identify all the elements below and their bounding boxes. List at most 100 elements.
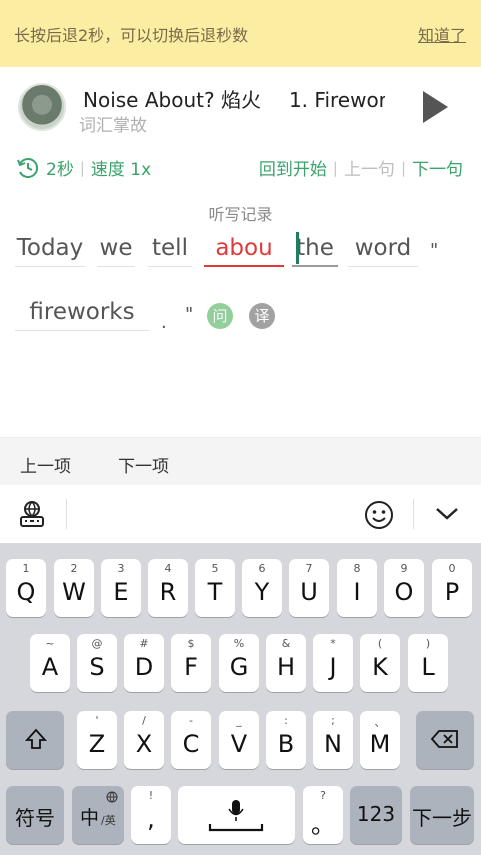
backspace-key[interactable] — [416, 711, 474, 769]
word-input[interactable]: tell — [148, 231, 192, 267]
album-cover — [18, 83, 66, 131]
rewind-seconds[interactable]: 2秒 — [46, 155, 74, 180]
prev-sentence-button[interactable]: 上一句 — [344, 155, 395, 180]
toolbar-divider — [413, 499, 414, 529]
key-h[interactable]: & H — [266, 634, 306, 692]
tip-text: 长按后退2秒，可以切换后退秒数 — [14, 25, 249, 45]
key-g[interactable]: % G — [219, 634, 259, 692]
key-label: P — [444, 578, 460, 606]
divider: | — [332, 158, 338, 177]
key-d[interactable]: # D — [124, 634, 164, 692]
key-hint: 8 — [353, 562, 361, 575]
key-a[interactable]: ~ A — [30, 634, 70, 692]
shift-icon — [25, 728, 47, 749]
next-item-button[interactable]: 下一项 — [118, 452, 169, 477]
key-j[interactable]: * J — [313, 634, 353, 692]
symbols-key[interactable]: 符号 — [6, 786, 64, 844]
key-n[interactable]: ; N — [313, 711, 353, 769]
word-input[interactable]: we — [97, 231, 135, 267]
key-label: N — [324, 730, 342, 758]
toolbar-divider — [66, 499, 67, 529]
key-hint: & — [281, 637, 291, 650]
key-hint: / — [142, 714, 146, 727]
key-label: H — [276, 653, 296, 681]
rewind-clock-icon[interactable] — [16, 156, 40, 180]
text-caret — [296, 232, 299, 264]
key-b[interactable]: :B — [266, 711, 306, 769]
key-label: T — [207, 578, 223, 606]
tip-dismiss-link[interactable]: 知道了 — [418, 22, 466, 46]
play-button[interactable] — [420, 91, 450, 123]
keyboard-toolbar — [0, 485, 481, 543]
comma-key[interactable]: !, — [131, 786, 171, 844]
key-e[interactable]: 3E — [101, 559, 141, 617]
tip-banner: 长按后退2秒，可以切换后退秒数 知道了 — [0, 0, 481, 67]
key-label: 下一步 — [412, 806, 472, 830]
period-key[interactable]: ?。 — [303, 786, 343, 844]
key-i[interactable]: 8I — [337, 559, 377, 617]
numbers-key[interactable]: 123 — [350, 786, 402, 844]
key-c[interactable]: -C — [171, 711, 211, 769]
key-f[interactable]: $ F — [171, 634, 211, 692]
key-hint: $ — [187, 637, 195, 650]
left-controls: 2秒 | 速度 1x — [16, 155, 151, 180]
key-label: L — [421, 653, 435, 681]
word-input[interactable]: word — [348, 231, 418, 267]
word-input[interactable]: fireworks — [15, 295, 149, 331]
key-hint: @ — [91, 637, 103, 650]
key-hint: 9 — [400, 562, 408, 575]
key-label: C — [182, 730, 200, 758]
key-x[interactable]: / X — [124, 711, 164, 769]
prev-item-button[interactable]: 上一项 — [20, 452, 71, 477]
key-q[interactable]: 1Q — [6, 559, 46, 617]
key-r[interactable]: 4R — [148, 559, 188, 617]
key-m[interactable]: 、 M — [360, 711, 400, 769]
key-sublabel: /英 — [101, 814, 116, 827]
key-label: M — [369, 730, 391, 758]
shift-key[interactable] — [6, 711, 64, 769]
key-label: U — [300, 578, 318, 606]
chevron-down-icon[interactable] — [435, 506, 459, 522]
next-step-key[interactable]: 下一步 — [410, 786, 474, 844]
playback-controls: 2秒 | 速度 1x 回到开始 | 上一句 | 下一句 — [0, 152, 481, 182]
key-hint: 3 — [117, 562, 125, 575]
globe-icon — [106, 791, 118, 803]
key-hint: ( — [377, 637, 383, 650]
language-switch-key[interactable]: 中 /英 — [72, 786, 124, 844]
key-hint: 0 — [448, 562, 456, 575]
key-hint: : — [284, 714, 288, 727]
key-z[interactable]: ' Z — [77, 711, 117, 769]
key-hint: 6 — [258, 562, 266, 575]
speed-button[interactable]: 速度 1x — [91, 155, 151, 180]
restart-button[interactable]: 回到开始 — [259, 155, 327, 180]
right-controls: 回到开始 | 上一句 | 下一句 — [259, 155, 463, 181]
key-v[interactable]: _ V — [219, 711, 259, 769]
key-label: 123 — [356, 802, 396, 826]
keyboard-globe-icon[interactable] — [18, 500, 46, 528]
key-s[interactable]: @ S — [77, 634, 117, 692]
key-t[interactable]: 5T — [195, 559, 235, 617]
word-input[interactable]: Today — [15, 231, 85, 267]
key-hint: 5 — [211, 562, 219, 575]
key-o[interactable]: 9O — [384, 559, 424, 617]
dictation-record-label[interactable]: 听写记录 — [0, 201, 481, 225]
key-y[interactable]: 6Y — [242, 559, 282, 617]
word-input-wrong[interactable]: abou — [204, 231, 284, 267]
next-sentence-button[interactable]: 下一句 — [412, 155, 463, 180]
key-u[interactable]: 7U — [289, 559, 329, 617]
key-hint: % — [233, 637, 245, 650]
space-key[interactable] — [178, 786, 295, 844]
emoji-icon[interactable] — [363, 499, 395, 531]
ask-icon[interactable]: 问 — [207, 303, 233, 329]
key-l[interactable]: ) L — [408, 634, 448, 692]
key-hint: - — [189, 714, 193, 727]
key-hint: 7 — [305, 562, 313, 575]
key-w[interactable]: 2W — [54, 559, 94, 617]
key-hint: ! — [148, 789, 154, 802]
track-title: Noise About? 焰火 1. Firewor — [83, 84, 385, 110]
key-p[interactable]: 0P — [432, 559, 472, 617]
translate-icon[interactable]: 译 — [249, 303, 275, 329]
period-mark: . — [161, 312, 167, 333]
key-k[interactable]: (K — [360, 634, 400, 692]
item-nav-bar: 上一项 下一项 — [0, 437, 481, 485]
